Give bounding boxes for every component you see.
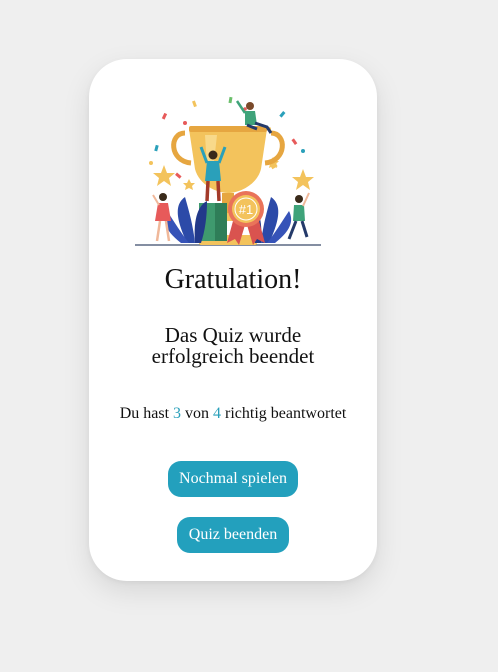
person-figure — [152, 193, 171, 242]
result-card: #1 Gratulation! Das Quiz wurde erfolgrei… — [89, 59, 377, 581]
person-figure — [287, 192, 310, 240]
correct-count: 3 — [173, 405, 182, 422]
page-title: Gratulation! — [164, 264, 302, 295]
score-suffix: richtig beantwortet — [225, 405, 347, 422]
score-prefix: Du hast — [119, 405, 170, 422]
play-again-button[interactable]: Nochmal spielen — [168, 461, 298, 497]
star-icon — [153, 165, 175, 186]
end-quiz-button[interactable]: Quiz beenden — [177, 517, 289, 553]
score-middle: von — [185, 405, 210, 422]
score-summary: Du hast 3 von 4 richtig beantwortet — [89, 404, 377, 424]
completion-message: Das Quiz wurde erfolgreich beendet — [151, 323, 315, 368]
star-icon — [292, 169, 314, 190]
star-icon — [183, 179, 195, 190]
medal-badge-text: #1 — [239, 202, 253, 217]
total-count: 4 — [213, 405, 222, 422]
trophy-celebration-illustration: #1 — [135, 96, 321, 246]
